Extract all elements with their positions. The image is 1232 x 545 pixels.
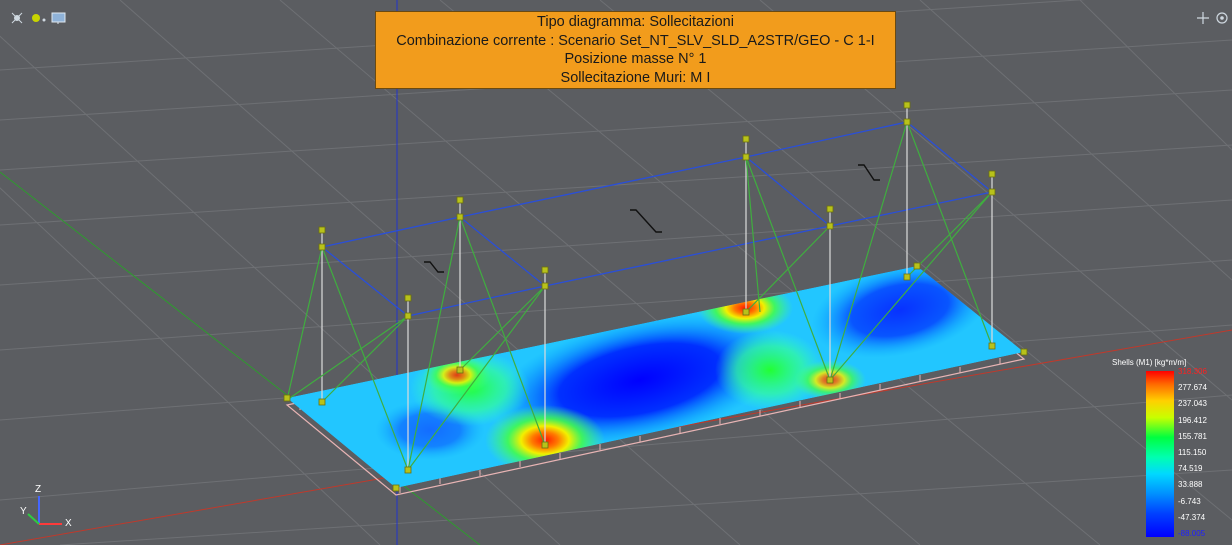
legend-value: 155.781 (1178, 431, 1207, 441)
legend-title: Shells (M1) [kg*m/m] (1112, 358, 1187, 367)
wall-stress-text: Sollecitazione Muri: M I (560, 69, 711, 86)
axis-x-label: X (65, 518, 72, 529)
view-toolbar (10, 10, 70, 31)
legend-value-min: -88.005 (1178, 529, 1206, 538)
monitor-icon[interactable] (51, 12, 66, 24)
legend-value: 237.043 (1178, 399, 1207, 409)
light-icon[interactable] (32, 14, 46, 22)
diagram-type-text: Tipo diagramma: Sollecitazioni (537, 14, 734, 30)
legend-value: -6.743 (1178, 496, 1201, 506)
legend-value: 74.519 (1178, 464, 1203, 474)
axis-y-label: Y (20, 506, 27, 517)
diagram-info-box: Tipo diagramma: Sollecitazioni Combinazi… (375, 11, 896, 89)
move-icon[interactable] (1197, 12, 1209, 24)
legend-value: -47.374 (1178, 512, 1206, 522)
legend-value: 277.674 (1178, 383, 1207, 393)
current-combination-text: Combinazione corrente : Scenario Set_NT_… (396, 32, 875, 49)
select-icon[interactable] (11, 12, 23, 24)
rotate-icon[interactable] (1216, 12, 1228, 24)
axis-orientation-widget: Z X Y (14, 484, 84, 534)
mass-position-text: Posizione masse N° 1 (564, 51, 707, 67)
legend-value: 33.888 (1178, 480, 1203, 490)
legend-color-bar (1146, 371, 1174, 537)
legend-value: 115.150 (1178, 448, 1207, 457)
legend-value-max: 318.306 (1178, 367, 1207, 376)
3d-viewport[interactable]: Tipo diagramma: Sollecitazioni Combinazi… (0, 0, 1232, 545)
axis-z-label: Z (35, 484, 42, 495)
legend-value: 196.412 (1178, 415, 1207, 425)
color-scale-legend: Shells (M1) [kg*m/m] 318.306 277.674 237… (1108, 355, 1208, 540)
navigation-toolbar (1196, 10, 1232, 31)
